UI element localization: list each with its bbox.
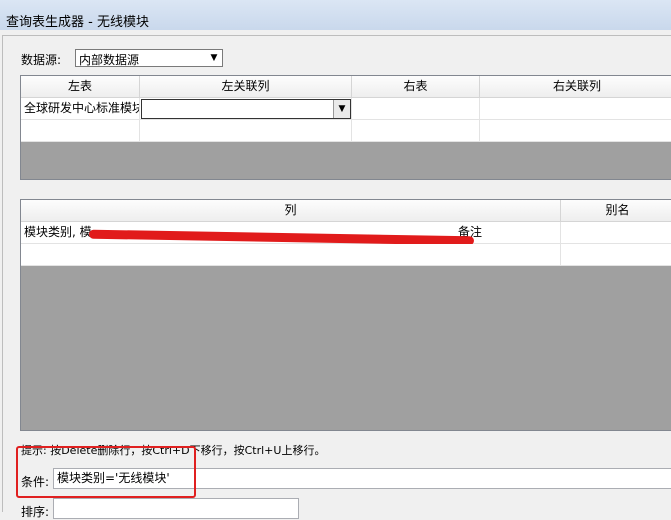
chevron-down-icon[interactable]: ▼ [206,50,222,66]
column-grid: 列 别名 模块类别, 模 备注 [20,199,671,431]
datasource-label: 数据源: [21,53,62,67]
join-grid: 左表 左关联列 右表 右关联列 全球研发中心标准模块 ▼ [20,75,671,180]
window-title: 查询表生成器 - 无线模块 [6,15,149,30]
join-cell-right-table[interactable] [352,98,480,120]
left-column-select[interactable]: ▼ [141,99,351,119]
datasource-value: 内部数据源 [79,53,140,67]
join-header-left-column[interactable]: 左关联列 [140,76,352,98]
chevron-down-icon[interactable]: ▼ [333,100,350,118]
column-header-alias[interactable]: 别名 [561,200,671,222]
join-header-left-table[interactable]: 左表 [21,76,140,98]
highlight-box [16,446,196,498]
sort-input[interactable] [53,498,299,519]
join-header-right-table[interactable]: 右表 [352,76,480,98]
join-new-row-cell[interactable] [352,120,480,142]
join-new-row-cell[interactable] [140,120,352,142]
join-cell-left-table[interactable]: 全球研发中心标准模块 [21,98,140,120]
datasource-select[interactable]: 内部数据源 ▼ [75,49,223,67]
column-cell-alias[interactable] [561,222,671,244]
join-new-row-cell[interactable] [21,120,140,142]
query-builder-panel: 数据源: 内部数据源 ▼ 左表 左关联列 右表 右关联列 全球研发中心标准模块 … [2,35,671,519]
join-cell-left-column[interactable]: ▼ [140,98,352,120]
join-new-row-cell[interactable] [480,120,671,142]
column-cell-text: 模块类别, 模 [24,225,92,239]
column-new-row-cell[interactable] [21,244,561,266]
sort-label: 排序: [21,505,50,519]
column-header-column[interactable]: 列 [21,200,561,222]
join-cell-right-column[interactable] [480,98,671,120]
column-new-row-cell[interactable] [561,244,671,266]
join-header-right-column[interactable]: 右关联列 [480,76,671,98]
